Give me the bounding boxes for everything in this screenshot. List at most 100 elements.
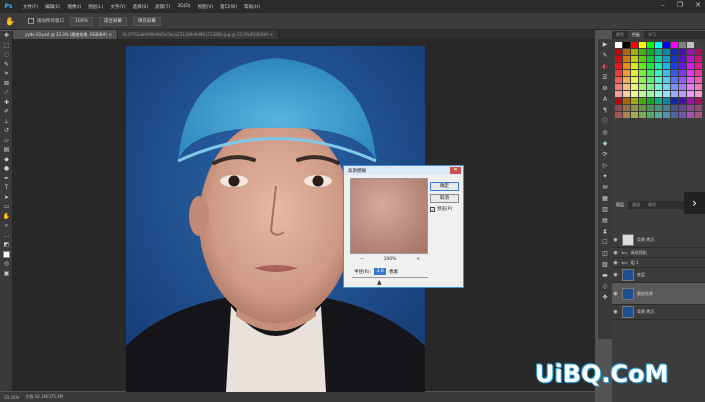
swatch[interactable] bbox=[647, 105, 654, 111]
move-tool-icon[interactable]: ✥ bbox=[0, 31, 13, 41]
swatch[interactable] bbox=[671, 49, 678, 55]
fit-screen-button[interactable]: 适合屏幕 bbox=[98, 16, 127, 26]
swatch[interactable] bbox=[663, 42, 670, 48]
swatch[interactable] bbox=[631, 112, 638, 118]
swatch[interactable] bbox=[647, 42, 654, 48]
swatch[interactable] bbox=[623, 42, 630, 48]
swatch[interactable] bbox=[671, 98, 678, 104]
swatch[interactable] bbox=[679, 63, 686, 69]
swatch[interactable] bbox=[631, 56, 638, 62]
swatch[interactable] bbox=[695, 98, 702, 104]
swatch[interactable] bbox=[623, 56, 630, 62]
swatch[interactable] bbox=[655, 56, 662, 62]
swatch[interactable] bbox=[695, 105, 702, 111]
swatch[interactable] bbox=[639, 42, 646, 48]
ok-button[interactable]: 确定 bbox=[430, 182, 459, 191]
swatch[interactable] bbox=[615, 84, 622, 90]
swatch[interactable] bbox=[687, 112, 694, 118]
crop-tool-icon[interactable]: ⌗ bbox=[0, 69, 13, 79]
swatch[interactable] bbox=[687, 70, 694, 76]
menu-type[interactable]: 文字(Y) bbox=[110, 4, 125, 10]
tab-learn[interactable]: 学习 bbox=[644, 31, 660, 39]
dialog-preview[interactable] bbox=[350, 178, 428, 254]
swatch[interactable] bbox=[679, 70, 686, 76]
color-wheel-icon[interactable]: ◐ bbox=[598, 61, 612, 72]
swatch[interactable] bbox=[623, 84, 630, 90]
menu-layer[interactable]: 图层(L) bbox=[88, 4, 103, 10]
menu-edit[interactable]: 编辑(E) bbox=[45, 4, 60, 10]
type-tool-icon[interactable]: T bbox=[0, 183, 13, 193]
styles-icon[interactable]: ✦ bbox=[598, 171, 612, 182]
swatch[interactable] bbox=[663, 112, 670, 118]
default-colors-icon[interactable]: ◩ bbox=[0, 240, 13, 250]
visibility-eye-icon[interactable]: ◉ bbox=[612, 272, 619, 278]
swatch[interactable] bbox=[639, 70, 646, 76]
hand-tool-icon[interactable]: ✋ bbox=[0, 212, 13, 222]
info-icon[interactable]: ⓘ bbox=[598, 116, 612, 127]
swatch[interactable] bbox=[639, 112, 646, 118]
swatch[interactable] bbox=[639, 56, 646, 62]
swatch[interactable] bbox=[639, 63, 646, 69]
layer-row[interactable]: ◉ 背景 拷贝 bbox=[612, 305, 705, 320]
swatch[interactable] bbox=[647, 84, 654, 90]
swatch[interactable] bbox=[655, 49, 662, 55]
swatch[interactable] bbox=[639, 98, 646, 104]
visibility-eye-icon[interactable]: ◉ bbox=[612, 260, 619, 266]
swatch[interactable] bbox=[687, 105, 694, 111]
swatch[interactable] bbox=[679, 56, 686, 62]
histogram-icon[interactable]: ▨ bbox=[598, 259, 612, 270]
swatch[interactable] bbox=[615, 49, 622, 55]
swatch[interactable] bbox=[695, 42, 702, 48]
swatch[interactable] bbox=[615, 112, 622, 118]
swatch[interactable] bbox=[615, 56, 622, 62]
swatch[interactable] bbox=[687, 56, 694, 62]
history-icon[interactable]: ⟳ bbox=[598, 149, 612, 160]
tab-color[interactable]: 颜色 bbox=[612, 31, 628, 39]
swatch[interactable] bbox=[687, 49, 694, 55]
libraries-icon[interactable]: ▤ bbox=[598, 215, 612, 226]
preview-checkbox[interactable]: ✓ bbox=[430, 206, 435, 212]
swatch[interactable] bbox=[655, 42, 662, 48]
swatch[interactable] bbox=[615, 105, 622, 111]
menu-3d[interactable]: 3D(D) bbox=[177, 4, 190, 10]
swatch[interactable] bbox=[655, 84, 662, 90]
swatch[interactable] bbox=[639, 91, 646, 97]
comments-icon[interactable]: ☐ bbox=[598, 237, 612, 248]
visibility-eye-icon[interactable]: ◉ bbox=[612, 309, 619, 315]
swatch[interactable] bbox=[671, 84, 678, 90]
swatch[interactable] bbox=[695, 63, 702, 69]
properties-icon[interactable]: ☰ bbox=[598, 72, 612, 83]
swatch[interactable] bbox=[631, 98, 638, 104]
minimize-button[interactable]: – bbox=[661, 1, 665, 9]
cancel-button[interactable]: 取消 bbox=[430, 194, 459, 203]
close-icon[interactable]: ✕ bbox=[450, 167, 461, 174]
swatch[interactable] bbox=[655, 105, 662, 111]
tab-source-jpg[interactable]: 0c1f761ab6f98e9bf5e5bca231184e0d96171380… bbox=[118, 30, 280, 39]
swatch[interactable] bbox=[623, 112, 630, 118]
healing-brush-icon[interactable]: ✚ bbox=[0, 98, 13, 108]
layer-group-row[interactable]: ◉ ▸▭ 高低频组 bbox=[612, 248, 705, 258]
preview-checkbox-row[interactable]: ✓ 预览(P) bbox=[430, 206, 452, 212]
swatch[interactable] bbox=[663, 63, 670, 69]
swatch[interactable] bbox=[623, 98, 630, 104]
swatch[interactable] bbox=[631, 91, 638, 97]
color-swatch-icon[interactable] bbox=[0, 250, 13, 260]
scroll-all-checkbox[interactable] bbox=[28, 18, 34, 24]
swatch[interactable] bbox=[687, 63, 694, 69]
swatch[interactable] bbox=[695, 56, 702, 62]
tab-yyds-10[interactable]: yyds-10.psd @ 33.3% (磨皮效果, RGB/8#) × bbox=[20, 30, 118, 39]
swatch[interactable] bbox=[623, 63, 630, 69]
swatch[interactable] bbox=[671, 77, 678, 83]
marquee-tool-icon[interactable]: ⬚ bbox=[0, 41, 13, 51]
zoom-100-button[interactable]: 100% bbox=[70, 16, 93, 26]
swatch[interactable] bbox=[679, 112, 686, 118]
swatch[interactable] bbox=[615, 77, 622, 83]
plugin-icon[interactable]: ◆ bbox=[598, 138, 612, 149]
layer-group-row[interactable]: ◉ ▸▭ 组 1 bbox=[612, 258, 705, 268]
swatch[interactable] bbox=[679, 42, 686, 48]
visibility-eye-icon[interactable]: ◉ bbox=[612, 291, 619, 297]
swatch[interactable] bbox=[687, 42, 694, 48]
history-brush-icon[interactable]: ↺ bbox=[0, 126, 13, 136]
clone-stamp-icon[interactable]: ⊥ bbox=[0, 117, 13, 127]
radius-input[interactable]: 3.0 bbox=[374, 268, 387, 275]
